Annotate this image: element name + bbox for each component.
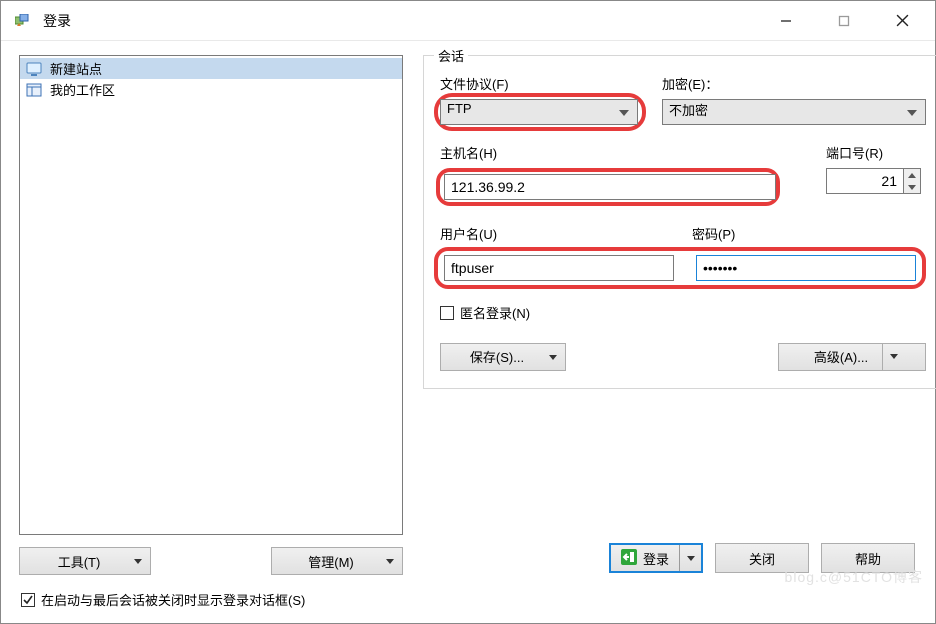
site-item-new[interactable]: 新建站点 — [20, 58, 402, 79]
password-label: 密码(P) — [692, 224, 735, 243]
close-dialog-button[interactable]: 关闭 — [715, 543, 809, 573]
close-label: 关闭 — [749, 549, 775, 568]
login-icon — [611, 549, 643, 568]
protocol-value: FTP — [447, 101, 472, 116]
window-title: 登录 — [43, 11, 757, 31]
advanced-drop-icon[interactable] — [882, 344, 904, 370]
encryption-label: 加密(E)： — [662, 74, 926, 93]
workspace-icon — [26, 82, 46, 98]
password-input[interactable] — [696, 255, 916, 281]
encryption-select[interactable]: 不加密 — [662, 99, 926, 125]
login-drop-icon[interactable] — [679, 545, 701, 571]
tools-label: 工具(T) — [58, 552, 101, 571]
port-label: 端口号(R) — [826, 143, 926, 162]
encryption-value: 不加密 — [669, 103, 708, 118]
login-label: 登录 — [643, 549, 679, 568]
show-login-dialog-checkbox[interactable]: 在启动与最后会话被关闭时显示登录对话框(S) — [21, 590, 305, 609]
anonymous-label: 匿名登录(N) — [460, 303, 530, 322]
advanced-label: 高级(A)... — [800, 344, 882, 370]
close-button[interactable] — [873, 2, 931, 40]
checkbox-icon — [440, 306, 454, 320]
port-input[interactable] — [826, 168, 904, 194]
username-label: 用户名(U) — [440, 224, 670, 243]
port-up[interactable] — [904, 169, 920, 181]
app-icon — [15, 13, 33, 29]
protocol-select[interactable]: FTP — [440, 99, 638, 125]
minimize-button[interactable] — [757, 2, 815, 40]
site-item-workspace[interactable]: 我的工作区 — [20, 79, 402, 100]
manage-button[interactable]: 管理(M) — [271, 547, 403, 575]
anonymous-checkbox[interactable]: 匿名登录(N) — [440, 303, 530, 322]
session-group-title: 会话 — [434, 46, 468, 65]
help-label: 帮助 — [855, 549, 881, 568]
help-button[interactable]: 帮助 — [821, 543, 915, 573]
title-bar: 登录 — [1, 1, 935, 41]
save-button[interactable]: 保存(S)... — [440, 343, 566, 371]
site-item-label: 新建站点 — [50, 59, 102, 78]
checkbox-icon — [21, 593, 35, 607]
session-group: 会话 文件协议(F) FTP 加密(E)： 不加密 — [423, 55, 936, 389]
site-icon — [26, 61, 46, 77]
protocol-label: 文件协议(F) — [440, 74, 640, 93]
maximize-button[interactable] — [815, 2, 873, 40]
site-item-label: 我的工作区 — [50, 80, 115, 99]
host-label: 主机名(H) — [440, 143, 780, 162]
show-login-dialog-label: 在启动与最后会话被关闭时显示登录对话框(S) — [41, 590, 305, 609]
host-input[interactable] — [444, 174, 776, 200]
port-down[interactable] — [904, 181, 920, 193]
site-list[interactable]: 新建站点 我的工作区 — [19, 55, 403, 535]
port-spinner[interactable] — [904, 168, 921, 194]
save-label: 保存(S)... — [470, 347, 524, 366]
manage-label: 管理(M) — [308, 552, 354, 571]
login-button[interactable]: 登录 — [609, 543, 703, 573]
username-input[interactable] — [444, 255, 674, 281]
advanced-button[interactable]: 高级(A)... — [778, 343, 926, 371]
tools-button[interactable]: 工具(T) — [19, 547, 151, 575]
